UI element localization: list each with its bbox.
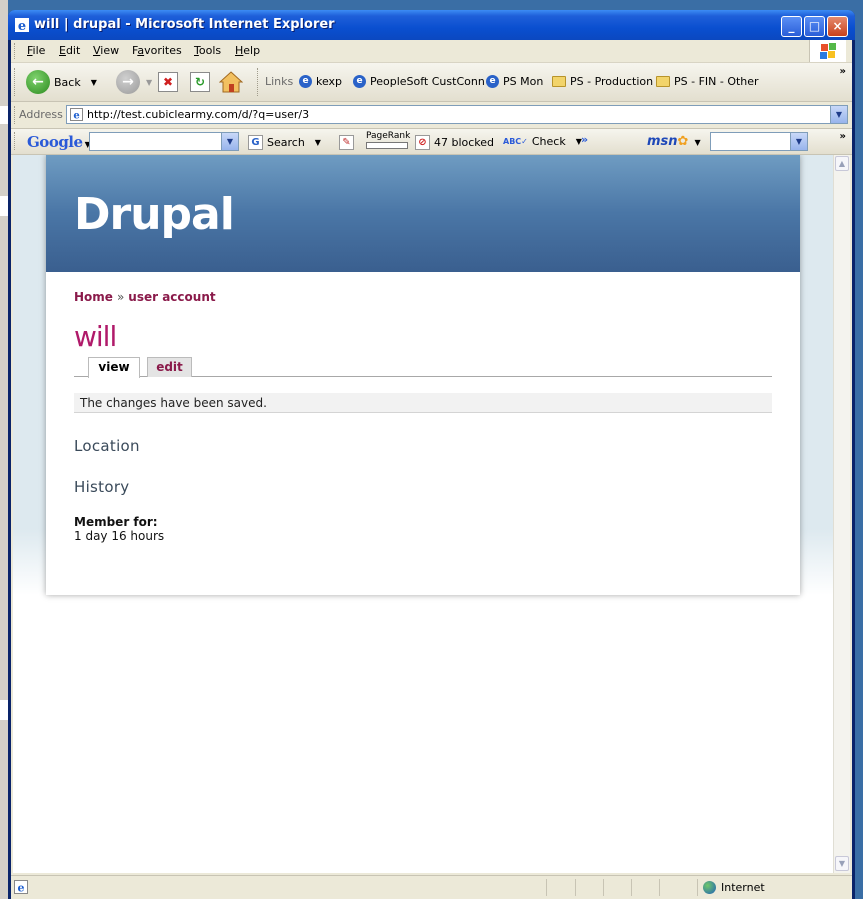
search-dropdown-icon: ▼ [314,138,321,147]
menu-favorites[interactable]: Favorites [132,44,182,57]
menu-bar: File Edit View Favorites Tools Help [11,40,852,63]
windows-logo-icon [809,40,846,62]
status-bar: e Internet [11,875,852,899]
google-more-chevron-icon[interactable]: » [581,133,588,146]
msn-search-dropdown-icon[interactable]: ▼ [790,133,807,150]
menu-tools[interactable]: Tools [194,44,221,57]
link-peoplesoft-custconn[interactable]: e PeopleSoft CustConn [353,75,485,88]
forward-dropdown-icon: ▼ [146,77,153,87]
section-location-heading: Location [74,437,140,455]
breadcrumb: Home» user account [74,290,216,304]
maximize-button[interactable]: □ [804,16,825,37]
site-header: Drupal [46,155,800,272]
spell-check-button[interactable]: ABC✓ Check ▼ [503,135,582,148]
abc-check-icon: ABC✓ [503,137,528,146]
menu-view[interactable]: View [93,44,119,57]
address-dropdown-icon[interactable]: ▼ [830,106,847,123]
links-more-chevron-icon[interactable]: » [840,66,846,77]
back-dropdown-icon[interactable]: ▼ [91,78,97,87]
link-ps-mon[interactable]: e PS Mon [486,75,543,88]
forward-button[interactable]: → ▼ [116,70,152,94]
status-message: The changes have been saved. [74,393,772,413]
google-g-icon: G [248,135,263,150]
google-logo[interactable]: Google ▼ [27,133,91,151]
refresh-button[interactable]: ↻ [190,72,210,92]
browser-chrome: File Edit View Favorites Tools Help ← Ba… [11,40,852,899]
scroll-down-icon[interactable]: ▼ [835,856,849,871]
member-for-label: Member for: [74,515,158,529]
google-search-input[interactable]: ▼ [89,132,239,151]
news-button[interactable]: ✎ [339,135,354,150]
svg-text:e: e [73,111,79,122]
vertical-scrollbar[interactable]: ▲ ▼ [833,155,850,873]
folder-icon [552,76,566,87]
member-for-value: 1 day 16 hours [74,529,165,543]
msn-butterfly-icon: ✿ [677,134,689,149]
forward-arrow-icon: → [116,70,140,94]
breadcrumb-home-link[interactable]: Home [74,290,113,304]
stop-button[interactable]: ✖ [158,72,178,92]
title-bar[interactable]: e will | drupal - Microsoft Internet Exp… [8,10,855,40]
breadcrumb-separator: » [116,290,125,304]
standard-toolbar: ← Back ▼ → ▼ ✖ ↻ Links e kexp e PeopleSo… [11,63,852,102]
minimize-icon: _ [788,19,795,33]
menu-help[interactable]: Help [235,44,260,57]
page-container: Drupal Home» user account will view edit … [46,155,800,595]
msn-logo[interactable]: msn✿ ▼ [647,134,701,149]
desktop-edge [0,0,8,899]
back-button[interactable]: ← Back ▼ [26,70,97,94]
ie-page-icon: e [70,108,83,121]
google-toolbar: Google ▼ ▼ G Search ▼ ✎ PageRank ⊘ 47 blocke… [11,129,852,155]
link-ps-fin-other[interactable]: PS - FIN - Other [656,75,759,88]
globe-icon [703,881,716,894]
svg-text:e: e [18,19,26,33]
address-bar: Address e http://test.cubiclearmy.com/d/… [11,102,852,129]
ie-logo-icon: e [15,18,29,33]
back-arrow-icon: ← [26,70,50,94]
window-title: will | drupal - Microsoft Internet Explo… [34,17,335,32]
link-kexp[interactable]: e kexp [299,75,342,88]
msn-search-input[interactable]: ▼ [710,132,808,151]
menu-file[interactable]: File [27,44,45,57]
home-icon [219,71,243,93]
breadcrumb-user-account-link[interactable]: user account [128,290,215,304]
address-input[interactable]: e http://test.cubiclearmy.com/d/?q=user/… [66,105,848,124]
refresh-icon: ↻ [190,72,210,92]
minimize-button[interactable]: _ [781,16,802,37]
page-title: will [74,320,117,353]
section-history-heading: History [74,478,130,496]
popup-blocked-icon: ⊘ [415,135,430,150]
security-zone[interactable]: Internet [703,881,765,894]
pagerank-bar [366,142,408,149]
google-search-button[interactable]: G Search ▼ [248,135,321,150]
close-icon: × [832,19,843,33]
browser-window: e will | drupal - Microsoft Internet Exp… [8,10,855,899]
svg-text:e: e [18,882,25,895]
ie-page-icon: e [353,75,366,88]
links-label: Links [265,75,294,88]
link-ps-production[interactable]: PS - Production [552,75,653,88]
address-url: http://test.cubiclearmy.com/d/?q=user/3 [87,108,310,121]
tab-edit[interactable]: edit [147,357,192,377]
menu-edit[interactable]: Edit [59,44,80,57]
scroll-up-icon[interactable]: ▲ [835,156,849,171]
toolbar-more-chevron-icon[interactable]: » [840,131,846,142]
ie-page-icon: e [486,75,499,88]
page-viewport: Drupal Home» user account will view edit … [13,155,833,873]
address-label: Address [19,108,63,121]
popup-blocker-button[interactable]: ⊘ 47 blocked [415,135,494,150]
pagerank-indicator[interactable]: PageRank [366,131,410,149]
tab-view[interactable]: view [88,357,140,378]
folder-icon [656,76,670,87]
msn-dropdown-icon: ▼ [694,138,701,147]
ie-page-icon: e [14,880,28,894]
google-search-dropdown-icon[interactable]: ▼ [221,133,238,150]
home-button[interactable] [219,70,243,94]
ie-page-icon: e [299,75,312,88]
news-icon: ✎ [339,135,354,150]
stop-icon: ✖ [158,72,178,92]
close-button[interactable]: × [827,16,848,37]
maximize-icon: □ [808,19,821,33]
site-name[interactable]: Drupal [74,189,235,240]
